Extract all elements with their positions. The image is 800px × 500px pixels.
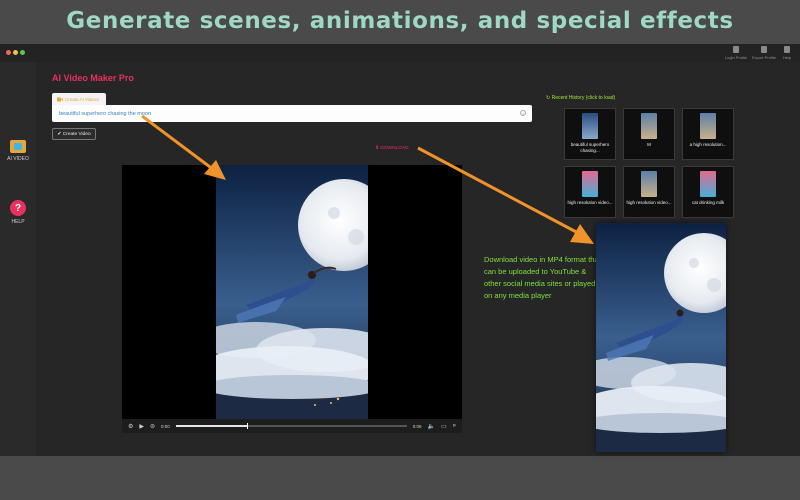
history-item[interactable]: M [623, 108, 675, 160]
arrow-to-preview-icon [417, 146, 594, 244]
settings-icon[interactable]: ⚙ [128, 423, 133, 430]
download-caption: Download video in MP4 format that can be… [484, 255, 601, 300]
fast-forward-icon[interactable]: » [453, 423, 456, 429]
minimize-window-button[interactable] [13, 50, 18, 55]
help-icon: ? [10, 200, 26, 216]
downloaded-video-preview [596, 223, 726, 452]
pip-icon[interactable]: ⊜ [150, 423, 155, 430]
title-bar: Login Profile Export Profile Help [0, 44, 800, 62]
duration: 0:06 [412, 423, 422, 429]
help-toolbar-icon [784, 46, 790, 53]
video-icon [10, 140, 26, 153]
clear-prompt-icon[interactable]: × [520, 110, 526, 116]
create-video-button[interactable]: ✔ Create Video [52, 128, 96, 140]
superhero-moon-image [216, 165, 368, 419]
video-camera-icon [57, 97, 63, 101]
close-window-button[interactable] [6, 50, 11, 55]
history-thumbnail [641, 113, 657, 139]
sidebar: AI VIDEO ? HELP [0, 62, 36, 456]
help-toolbar-button[interactable]: Help [772, 46, 800, 60]
airplay-icon[interactable]: ▭ [441, 423, 447, 430]
tab-create-ai-videos[interactable]: Create AI Videos [52, 93, 106, 105]
player-controls: ⚙ ▶ ⊜ 0:00 0:06 🔈 ▭ » [122, 419, 462, 433]
sidebar-item-ai-video[interactable]: AI VIDEO [0, 140, 36, 162]
play-icon[interactable]: ▶ [139, 423, 144, 430]
app-window: Login Profile Export Profile Help AI VID… [0, 44, 800, 456]
download-link[interactable]: ⬇ DOWNLOAD [375, 146, 409, 151]
history-thumbnail [700, 113, 716, 139]
history-item[interactable]: high resolution video... [623, 166, 675, 218]
current-time: 0:00 [161, 423, 170, 429]
progress-fill [175, 425, 248, 427]
history-thumbnail [582, 113, 598, 139]
sidebar-item-help[interactable]: ? HELP [0, 200, 36, 225]
recent-history-title[interactable]: ↻ Recent History (click to load) [546, 95, 615, 101]
superhero-moon-preview-image [596, 223, 726, 452]
scrubber-handle[interactable] [247, 423, 249, 429]
video-player[interactable]: ⚙ ▶ ⊜ 0:00 0:06 🔈 ▭ » [122, 165, 462, 433]
prompt-input[interactable]: beautiful superhero chasing the moon × [52, 105, 532, 122]
history-item[interactable]: a high resolution... [682, 108, 734, 160]
zoom-window-button[interactable] [20, 50, 25, 55]
login-profile-button[interactable]: Login Profile [721, 46, 751, 60]
promo-headline: Generate scenes, animations, and special… [66, 8, 734, 34]
progress-track[interactable] [175, 423, 407, 429]
history-item[interactable]: cat drinking milk [682, 166, 734, 218]
export-profile-icon [761, 46, 767, 53]
login-profile-icon [733, 46, 739, 53]
app-title: AI Video Maker Pro [52, 73, 134, 83]
arrow-to-player-icon [141, 114, 226, 180]
video-frame [216, 165, 368, 419]
volume-icon[interactable]: 🔈 [428, 423, 435, 430]
history-thumbnail [641, 171, 657, 197]
history-thumbnail [700, 171, 716, 197]
